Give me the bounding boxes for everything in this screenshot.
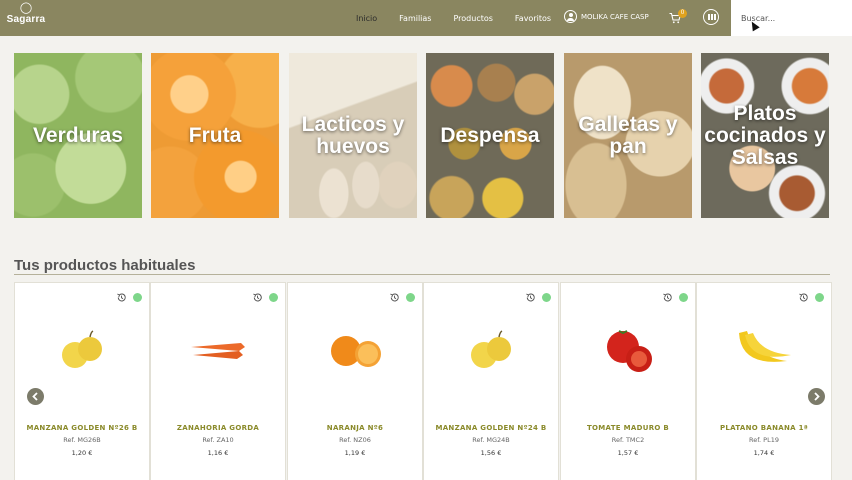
history-icon[interactable] — [798, 292, 809, 303]
apple-icon — [62, 330, 102, 368]
category-galletas-y-pan[interactable]: Galletas y pan — [564, 53, 692, 218]
shopping-list-button[interactable] — [703, 9, 719, 25]
product-card[interactable]: MANZANA GOLDEN Nº26 B Ref. MG26B 1,20 € — [14, 282, 150, 480]
history-icon[interactable] — [525, 292, 536, 303]
cart-count-badge: 0 — [678, 9, 687, 18]
carousel-next-button[interactable] — [808, 388, 825, 405]
category-label: Platos cocinados y Salsas — [704, 101, 826, 169]
user-name: MOLIKA CAFE CASP — [581, 12, 649, 21]
product-price: 1,20 € — [71, 449, 93, 457]
user-icon — [564, 10, 577, 23]
product-ref: Ref. PL19 — [749, 436, 779, 444]
orange-icon — [331, 336, 381, 367]
tomato-icon — [607, 330, 652, 372]
top-navbar: ◯ Sagarra Inicio Familias Productos Favo… — [0, 0, 852, 36]
list-icon-bar — [708, 14, 710, 20]
category-verduras[interactable]: Verduras — [14, 53, 142, 218]
product-name: TOMATE MADURO B — [586, 424, 670, 432]
product-ref: Ref. MG26B — [63, 436, 101, 444]
carrot-icon — [191, 343, 245, 359]
nav-productos[interactable]: Productos — [453, 14, 492, 23]
main-nav: Inicio Familias Productos Favoritos — [356, 0, 573, 36]
chevron-right-icon — [814, 392, 820, 401]
product-name: PLATANO BANANA 1ª — [719, 424, 809, 432]
brand-logo[interactable]: ◯ Sagarra — [4, 2, 48, 32]
brand-name: Sagarra — [6, 14, 46, 25]
category-lacticos-y-huevos[interactable]: Lacticos y huevos — [289, 53, 417, 218]
product-price: 1,57 € — [617, 449, 639, 457]
nav-familias[interactable]: Familias — [399, 14, 431, 23]
category-fruta[interactable]: Fruta — [151, 53, 279, 218]
chevron-left-icon — [32, 392, 38, 401]
category-label: Despensa — [440, 123, 540, 147]
product-price: 1,74 € — [753, 449, 775, 457]
history-icon[interactable] — [389, 292, 400, 303]
product-card[interactable]: MANZANA GOLDEN Nº24 B Ref. MG24B 1,56 € — [423, 282, 559, 480]
product-ref: Ref. NZ06 — [339, 436, 371, 444]
product-card[interactable]: NARANJA Nº6 Ref. NZ06 1,19 € — [287, 282, 423, 480]
product-card[interactable]: ZANAHORIA GORDA Ref. ZA10 1,16 € — [150, 282, 286, 480]
product-ref: Ref. TMC2 — [611, 436, 645, 444]
apple-icon — [471, 330, 511, 368]
category-label: Verduras — [33, 123, 123, 147]
nav-inicio[interactable]: Inicio — [356, 14, 377, 23]
product-name: NARANJA Nº6 — [326, 424, 384, 432]
availability-dot — [406, 293, 415, 302]
banana-icon — [739, 331, 791, 362]
product-name: ZANAHORIA GORDA — [176, 424, 260, 432]
carousel-prev-button[interactable] — [27, 388, 44, 405]
product-price: 1,19 € — [344, 449, 366, 457]
category-label: Galletas y pan — [578, 112, 678, 158]
availability-dot — [679, 293, 688, 302]
category-label: Fruta — [188, 123, 242, 147]
user-account[interactable]: MOLIKA CAFE CASP — [564, 10, 649, 23]
product-ref: Ref. ZA10 — [202, 436, 234, 444]
history-icon[interactable] — [252, 292, 263, 303]
availability-dot — [269, 293, 278, 302]
product-price: 1,16 € — [207, 449, 229, 457]
availability-dot — [133, 293, 142, 302]
history-icon[interactable] — [662, 292, 673, 303]
category-despensa[interactable]: Despensa — [426, 53, 554, 218]
search-input[interactable] — [731, 0, 852, 36]
product-card[interactable]: TOMATE MADURO B Ref. TMC2 1,57 € — [560, 282, 696, 480]
category-platos-cocinados-y-salsas[interactable]: Platos cocinados y Salsas — [701, 53, 829, 218]
logo-mark-icon: ◯ — [19, 2, 33, 14]
nav-favoritos[interactable]: Favoritos — [515, 14, 551, 23]
availability-dot — [815, 293, 824, 302]
list-icon-bar — [711, 14, 713, 20]
section-divider — [14, 274, 830, 275]
list-icon-bar — [714, 14, 716, 20]
section-title: Tus productos habituales — [14, 257, 196, 274]
history-icon[interactable] — [116, 292, 127, 303]
product-card[interactable]: PLATANO BANANA 1ª Ref. PL19 1,74 € — [696, 282, 832, 480]
product-ref: Ref. MG24B — [472, 436, 510, 444]
category-label: Lacticos y huevos — [301, 112, 405, 158]
product-name: MANZANA GOLDEN Nº26 B — [26, 424, 138, 432]
availability-dot — [542, 293, 551, 302]
product-name: MANZANA GOLDEN Nº24 B — [435, 424, 547, 432]
product-price: 1,56 € — [480, 449, 502, 457]
